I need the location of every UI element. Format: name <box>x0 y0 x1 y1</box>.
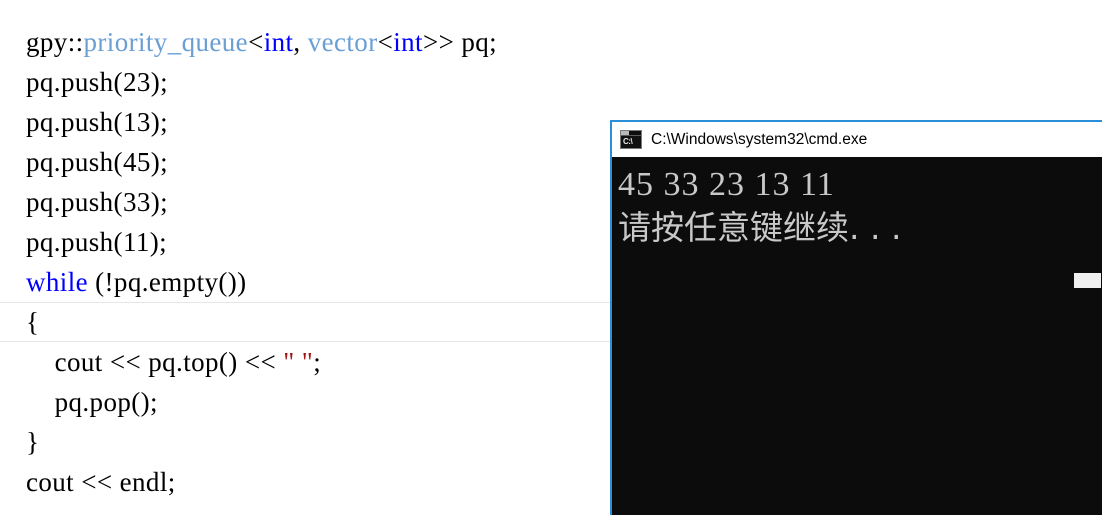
code-token-keyword: while <box>26 267 88 297</box>
console-title-text: C:\Windows\system32\cmd.exe <box>651 130 868 148</box>
code-token-plain: pq.push(23); <box>26 67 169 97</box>
console-output-area[interactable]: 45 33 23 13 11 请按任意键继续. . . <box>612 157 1102 515</box>
code-token-keyword: int <box>393 27 423 57</box>
console-cursor <box>1074 273 1101 288</box>
code-token-plain: pq.push(33); <box>26 187 169 217</box>
code-token-plain: gpy:: <box>26 27 84 57</box>
code-token-keyword: int <box>263 27 294 57</box>
code-token-plain: { <box>26 307 40 337</box>
code-token-plain: < <box>377 27 394 57</box>
code-line[interactable]: pq.push(23); <box>0 62 1102 102</box>
code-token-class: priority_queue <box>83 27 249 57</box>
code-token-plain: , <box>293 27 308 57</box>
code-token-plain: < <box>248 27 264 57</box>
code-token-plain: >> pq; <box>422 27 498 57</box>
console-output-line: 请按任意键继续. . . <box>618 208 902 247</box>
console-window[interactable]: C:\Windows\system32\cmd.exe 45 33 23 13 … <box>610 120 1102 515</box>
code-token-class: vector <box>307 27 378 57</box>
code-token-plain: pq.push(45); <box>26 147 169 177</box>
code-token-string: " " <box>283 347 314 377</box>
code-line[interactable]: gpy::priority_queue<int, vector<int>> pq… <box>0 22 1102 62</box>
code-token-plain: pq.push(11); <box>26 227 168 257</box>
code-token-plain: (!pq.empty()) <box>88 267 247 297</box>
console-output-line: 45 33 23 13 11 <box>618 166 835 203</box>
code-token-plain: cout << endl; <box>26 467 176 497</box>
cmd-icon <box>620 130 642 149</box>
code-token-plain: pq.push(13); <box>26 107 169 137</box>
code-token-plain: ; <box>313 347 322 377</box>
code-token-plain: } <box>26 427 40 457</box>
console-titlebar[interactable]: C:\Windows\system32\cmd.exe <box>612 122 1102 157</box>
code-token-plain: pq.pop(); <box>26 387 158 417</box>
code-token-plain: cout << pq.top() << <box>26 347 284 377</box>
